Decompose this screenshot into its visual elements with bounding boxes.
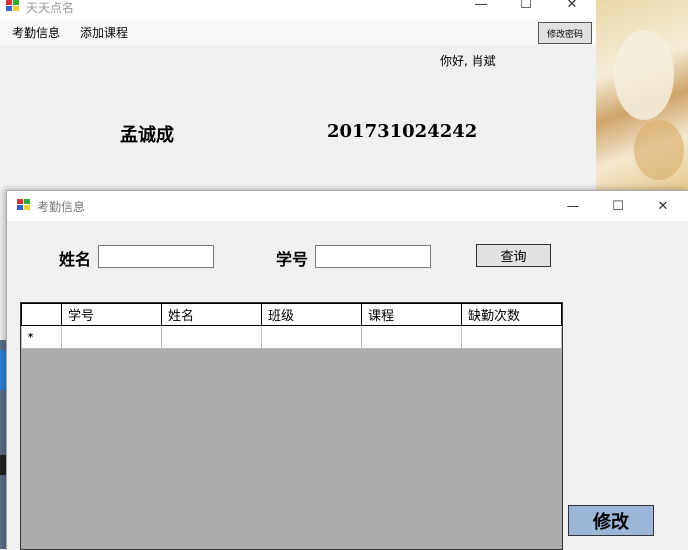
app-icon <box>6 0 20 15</box>
user-id: 201731024242 <box>327 121 478 142</box>
user-name: 孟诚成 <box>120 125 174 146</box>
grid-header-row: 学号 姓名 班级 课程 缺勤次数 <box>21 303 562 326</box>
column-header[interactable]: 班级 <box>261 303 362 326</box>
menu-item-attendance[interactable]: 考勤信息 <box>12 24 60 41</box>
column-header[interactable]: 学号 <box>61 303 162 326</box>
column-header[interactable]: 缺勤次数 <box>461 303 562 326</box>
change-password-button[interactable]: 修改密码 <box>538 22 592 44</box>
minimize-button[interactable]: — <box>550 191 596 221</box>
name-label: 姓名 <box>59 250 92 269</box>
column-header[interactable]: 课程 <box>361 303 462 326</box>
table-cell[interactable] <box>161 325 262 349</box>
table-cell[interactable] <box>61 325 162 349</box>
table-cell[interactable] <box>461 325 562 349</box>
desktop-wallpaper <box>594 0 688 192</box>
app-icon <box>17 199 31 214</box>
student-id-input[interactable] <box>315 245 431 268</box>
close-button[interactable]: ✕ <box>640 191 686 221</box>
column-header[interactable]: 姓名 <box>161 303 262 326</box>
main-titlebar: 天天点名 — ☐ ✕ <box>0 0 596 20</box>
minimize-button[interactable]: — <box>458 0 504 14</box>
attendance-grid[interactable]: 学号 姓名 班级 课程 缺勤次数 * <box>20 302 563 550</box>
table-row-new[interactable]: * <box>21 325 562 349</box>
maximize-button[interactable]: ☐ <box>595 191 641 221</box>
new-row-marker[interactable]: * <box>21 325 62 349</box>
attendance-window-title: 考勤信息 <box>37 200 86 214</box>
name-input[interactable] <box>98 245 214 268</box>
main-window: 天天点名 — ☐ ✕ 考勤信息 添加课程 修改密码 你好, 肖斌 孟诚成 201… <box>0 0 596 192</box>
table-cell[interactable] <box>361 325 462 349</box>
student-id-label: 学号 <box>276 250 309 269</box>
greeting-text: 你好, 肖斌 <box>440 54 496 68</box>
row-header-corner[interactable] <box>21 303 62 326</box>
attendance-titlebar: 考勤信息 — ☐ ✕ <box>7 191 688 221</box>
table-cell[interactable] <box>261 325 362 349</box>
main-window-title: 天天点名 <box>26 1 75 15</box>
menu-item-add-course[interactable]: 添加课程 <box>80 24 128 41</box>
menu-bar: 考勤信息 添加课程 <box>0 20 596 45</box>
query-button[interactable]: 查询 <box>476 244 551 267</box>
attendance-window: 考勤信息 — ☐ ✕ 姓名 学号 查询 学号 姓名 班级 课程 缺勤次数 * 修… <box>6 190 688 550</box>
edit-button[interactable]: 修改 <box>568 505 654 536</box>
close-button[interactable]: ✕ <box>549 0 595 14</box>
maximize-button[interactable]: ☐ <box>503 0 549 14</box>
